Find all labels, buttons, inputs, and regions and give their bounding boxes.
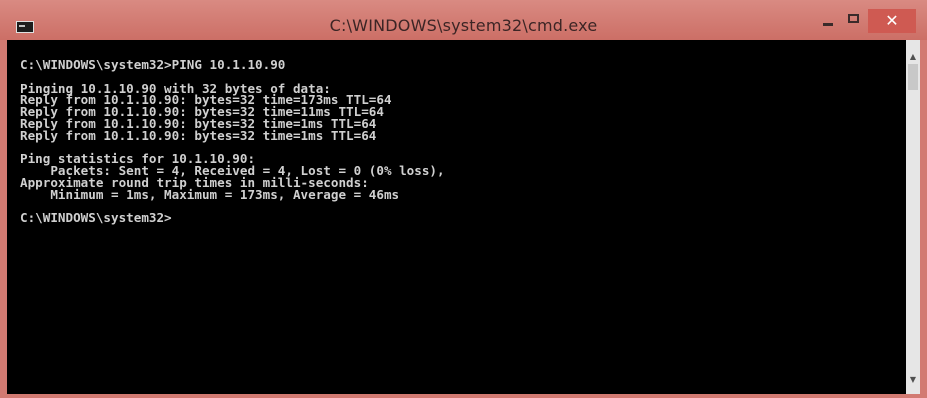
console-prompt[interactable]: C:\WINDOWS\system32> <box>20 212 900 224</box>
title-bar[interactable]: C:\WINDOWS\system32\cmd.exe ✕ <box>0 0 927 40</box>
vertical-scrollbar[interactable]: ▲ ▼ <box>906 40 920 394</box>
console-line: Minimum = 1ms, Maximum = 173ms, Average … <box>20 186 400 202</box>
minimize-button[interactable] <box>813 9 843 33</box>
console-output[interactable]: C:\WINDOWS\system32>PING 10.1.10.90 Ping… <box>7 40 920 394</box>
scroll-up-arrow-icon[interactable]: ▲ <box>906 50 920 64</box>
window-title: C:\WINDOWS\system32\cmd.exe <box>329 16 598 35</box>
scroll-down-arrow-icon[interactable]: ▼ <box>906 373 920 387</box>
console-line: Reply from 10.1.10.90: bytes=32 time=1ms… <box>20 127 377 143</box>
console-line: C:\WINDOWS\system32>PING 10.1.10.90 <box>20 57 286 72</box>
cmd-window: C:\WINDOWS\system32\cmd.exe ✕ C:\WINDOWS… <box>0 0 927 398</box>
close-button[interactable]: ✕ <box>868 9 916 33</box>
console-text: C:\WINDOWS\system32>PING 10.1.10.90 Ping… <box>20 57 900 224</box>
maximize-icon <box>848 14 859 23</box>
minimize-icon <box>823 23 833 26</box>
maximize-button[interactable] <box>840 9 870 33</box>
scrollbar-thumb[interactable] <box>908 64 918 90</box>
close-icon: ✕ <box>885 11 899 30</box>
